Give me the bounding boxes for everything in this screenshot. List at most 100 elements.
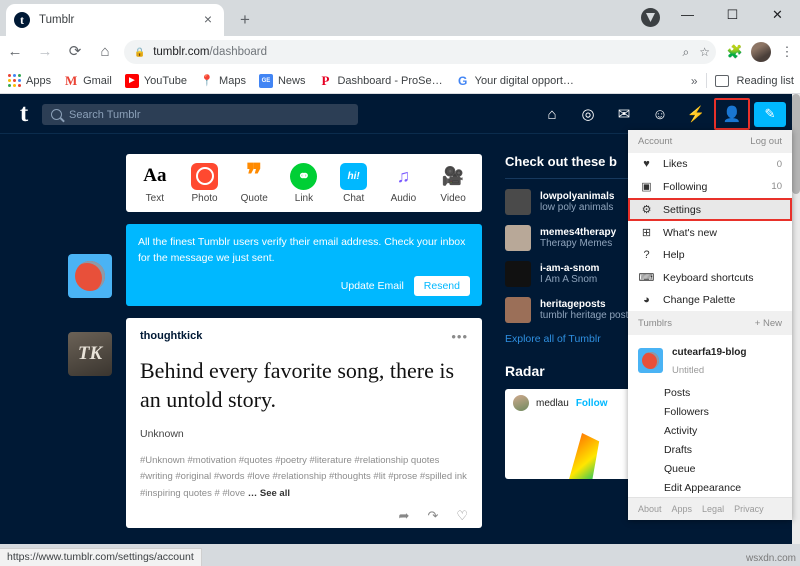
account-blog-item[interactable]: cutearfa19-blog Untitled <box>628 335 792 383</box>
following-person-icon: ▣ <box>641 181 652 193</box>
extensions-icon[interactable]: 🧩 <box>722 44 748 60</box>
home-icon[interactable]: ⌂ <box>534 98 570 130</box>
home-icon[interactable]: ⌂ <box>90 38 120 66</box>
bookmark-dashboard[interactable]: P Dashboard - ProSe… <box>318 73 443 88</box>
reload-icon[interactable]: ⟳ <box>60 38 90 66</box>
blog-link-drafts[interactable]: Drafts <box>628 440 792 459</box>
inbox-bolt-icon[interactable]: ⚡ <box>678 98 714 130</box>
menu-item-following[interactable]: ▣ Following 10 <box>628 175 792 198</box>
menu-item-label: Change Palette <box>663 294 736 306</box>
email-verify-banner: All the finest Tumblr users verify their… <box>126 224 482 306</box>
tumblr-logo-icon[interactable]: t <box>12 101 36 127</box>
search-input[interactable]: Search Tumblr <box>42 104 358 125</box>
menu-item-change-palette[interactable]: ◕ Change Palette <box>628 289 792 311</box>
resend-button[interactable]: Resend <box>413 275 470 296</box>
forward-icon[interactable]: → <box>30 38 60 66</box>
help-question-icon: ? <box>643 249 650 261</box>
tab-search-icon[interactable] <box>641 8 660 27</box>
radar-blog-name[interactable]: medlau <box>536 398 569 409</box>
blog-link-followers[interactable]: Followers <box>628 402 792 421</box>
account-menu-header: Account Log out <box>628 130 792 153</box>
bookmark-label: News <box>277 74 306 87</box>
post-author-name[interactable]: thoughtkick <box>140 330 202 342</box>
likes-count: 0 <box>776 158 782 170</box>
bookmark-maps[interactable]: 📍 Maps <box>200 73 246 88</box>
blog-avatar[interactable] <box>68 254 112 298</box>
navbar-icons: ⌂ ◎ ✉ ☺ ⚡ 👤 ✎ <box>534 98 786 130</box>
new-blog-button[interactable]: + New <box>755 318 782 329</box>
menu-item-help[interactable]: ? Help <box>628 244 792 266</box>
compose-pencil-icon[interactable]: ✎ <box>754 101 786 127</box>
account-dropdown-menu: Account Log out ♥ Likes 0 ▣ Following 10… <box>628 130 792 520</box>
browser-tab[interactable]: t Tumblr × <box>6 4 224 36</box>
post-type-label: Link <box>294 192 314 204</box>
tags-text: #Unknown #motivation #quotes #poetry #li… <box>140 454 467 499</box>
chrome-profile-avatar[interactable] <box>751 42 771 62</box>
reblog-icon[interactable]: ↷ <box>427 508 438 524</box>
heart-icon: ♥ <box>643 158 650 170</box>
account-menu-footer: About Apps Legal Privacy <box>628 497 792 520</box>
logout-link[interactable]: Log out <box>750 136 782 147</box>
menu-item-likes[interactable]: ♥ Likes 0 <box>628 153 792 175</box>
bookmark-youtube[interactable]: ▶ YouTube <box>124 73 187 88</box>
post-type-chat[interactable]: hi! Chat <box>330 162 378 204</box>
footer-link-privacy[interactable]: Privacy <box>734 504 764 514</box>
footer-link-legal[interactable]: Legal <box>702 504 724 514</box>
post-type-text[interactable]: Aa Text <box>131 163 179 204</box>
chrome-menu-icon[interactable]: ⋮ <box>774 44 800 60</box>
bookmark-news[interactable]: GE News <box>258 73 306 88</box>
post-type-photo[interactable]: Photo <box>181 162 229 204</box>
post-type-label: Text <box>145 192 165 204</box>
close-icon[interactable]: × <box>200 12 216 28</box>
minimize-button[interactable]: — <box>665 0 710 30</box>
post-type-quote[interactable]: ❞ Quote <box>230 159 278 204</box>
blog-link-activity[interactable]: Activity <box>628 421 792 440</box>
bookmark-apps[interactable]: Apps <box>8 74 51 87</box>
post-type-audio[interactable]: ♫ Audio <box>379 163 427 204</box>
menu-item-keyboard-shortcuts[interactable]: ⌨ Keyboard shortcuts <box>628 266 792 289</box>
bookmark-gmail[interactable]: M Gmail <box>64 73 112 88</box>
bookmark-label: Maps <box>219 74 246 87</box>
blog-link-posts[interactable]: Posts <box>628 383 792 402</box>
follow-button[interactable]: Follow <box>576 398 608 409</box>
post-menu-icon[interactable]: ••• <box>451 329 468 344</box>
post-source: Unknown <box>140 427 184 440</box>
post-type-link[interactable]: ⚭ Link <box>280 162 328 204</box>
activity-smiley-icon[interactable]: ☺ <box>642 98 678 130</box>
status-bar: https://www.tumblr.com/settings/account … <box>0 544 800 566</box>
see-all-tags-link[interactable]: … See all <box>248 488 290 499</box>
post-type-video[interactable]: 🎥 Video <box>429 163 477 204</box>
post-tags[interactable]: #Unknown #motivation #quotes #poetry #li… <box>140 453 468 503</box>
page-scrollbar[interactable]: ▲ <box>792 94 800 544</box>
maximize-button[interactable]: ☐ <box>710 0 755 30</box>
window-close-button[interactable]: ✕ <box>755 0 800 30</box>
blog-link-edit-appearance[interactable]: Edit Appearance <box>628 478 792 497</box>
bookmarks-overflow-icon[interactable]: » <box>691 74 698 88</box>
like-heart-icon[interactable]: ♡ <box>456 508 468 524</box>
messages-envelope-icon[interactable]: ✉ <box>606 98 642 130</box>
account-person-icon[interactable]: 👤 <box>714 98 750 130</box>
scrollbar-thumb[interactable] <box>792 94 800 194</box>
share-icon[interactable]: ➦ <box>399 508 410 524</box>
bookmark-star-icon[interactable]: ☆ <box>699 45 710 59</box>
watermark: wsxdn.com <box>745 553 796 564</box>
following-count: 10 <box>771 181 782 192</box>
explore-compass-icon[interactable]: ◎ <box>570 98 606 130</box>
menu-item-settings[interactable]: ⚙ Settings <box>628 198 792 221</box>
blog-avatar <box>505 297 531 323</box>
zoom-search-icon[interactable]: ⌕ <box>683 45 690 60</box>
blog-description: I Am A Snom <box>540 274 598 285</box>
bookmark-digital-opportunity[interactable]: G Your digital opport… <box>455 73 574 88</box>
post-author-avatar[interactable]: TK <box>68 332 112 376</box>
post-type-label: Audio <box>390 192 417 204</box>
new-tab-button[interactable]: + <box>234 9 256 31</box>
reading-list-label[interactable]: Reading list <box>737 75 794 87</box>
footer-link-apps[interactable]: Apps <box>672 504 693 514</box>
footer-link-about[interactable]: About <box>638 504 662 514</box>
blog-link-queue[interactable]: Queue <box>628 459 792 478</box>
post-type-label: Quote <box>240 192 268 204</box>
back-icon[interactable]: ← <box>0 38 30 66</box>
menu-item-whats-new[interactable]: ⊞ What's new <box>628 221 792 244</box>
update-email-link[interactable]: Update Email <box>341 280 404 292</box>
address-bar[interactable]: 🔒 tumblr.com/dashboard ⌕ ☆ <box>124 40 716 64</box>
